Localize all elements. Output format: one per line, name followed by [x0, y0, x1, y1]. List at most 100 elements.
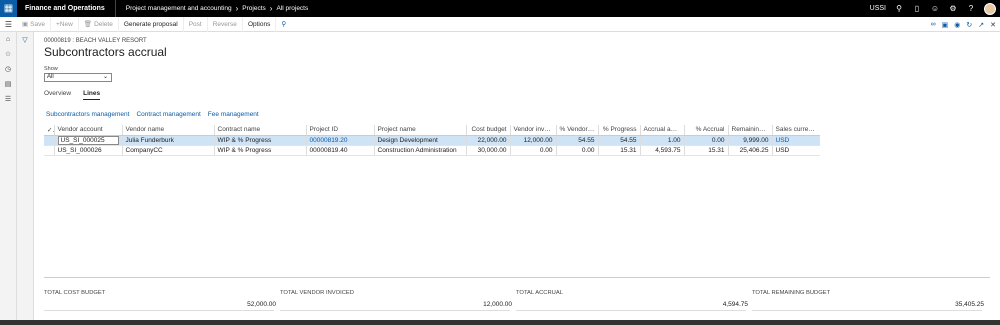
row-selector[interactable]	[44, 135, 54, 146]
total-vendor-invoiced-label: TOTAL VENDOR INVOICED	[280, 290, 354, 296]
table-row[interactable]: US_SI_000025 Julia Funderburk WIP & % Pr…	[44, 135, 820, 146]
vendor-account-cell[interactable]: US_SI_000026	[53, 145, 122, 156]
breadcrumb-all-projects[interactable]: All projects	[276, 5, 308, 12]
reverse-button[interactable]: Reverse	[208, 16, 243, 32]
open-new-window-icon[interactable]: ↗	[978, 21, 984, 29]
breadcrumb: Project management and accounting › Proj…	[116, 4, 309, 13]
avatar[interactable]	[984, 2, 996, 15]
save-button[interactable]: ▣ Save	[17, 16, 51, 32]
total-remaining-budget-value: 35,405.25	[955, 301, 984, 308]
notifications-icon[interactable]: ▯	[912, 4, 922, 13]
column-header-vendor-account[interactable]: Vendor account	[53, 125, 122, 136]
app-title[interactable]: Finance and Operations	[17, 0, 116, 17]
column-header-contract-name[interactable]: Contract name	[213, 125, 306, 136]
show-dropdown[interactable]: All ⌄	[44, 73, 112, 82]
total-accrual: TOTAL ACCRUAL 4,594.75	[516, 290, 752, 311]
show-dropdown-value: All	[47, 74, 54, 80]
project-id-link[interactable]: 00000819.20	[305, 135, 374, 146]
percent-progress-cell: 15.31	[597, 145, 640, 156]
top-navigation-bar: ▦ Finance and Operations Project managem…	[0, 0, 1000, 17]
show-label: Show	[44, 66, 58, 72]
company-picker[interactable]: USSI	[870, 5, 886, 12]
generate-proposal-button[interactable]: Generate proposal	[119, 16, 184, 32]
settings-gear-icon[interactable]: ⚙	[948, 4, 958, 13]
connections-icon[interactable]: ∞	[931, 21, 936, 28]
column-header-vendor-invoiced[interactable]: Vendor invoi...	[509, 125, 556, 136]
tab-overview[interactable]: Overview	[44, 90, 71, 100]
divider	[280, 310, 510, 311]
main-content: 00000819 : BEACH VALLEY RESORT Subcontra…	[34, 32, 1000, 325]
percent-progress-cell: 54.55	[597, 135, 640, 146]
column-header-percent-accrual[interactable]: % Accrual	[683, 125, 728, 136]
favorites-star-icon[interactable]: ☆	[5, 50, 11, 58]
cost-budget-cell: 30,000.00	[465, 145, 510, 156]
close-icon[interactable]: ✕	[990, 21, 996, 29]
column-header-sales-currency[interactable]: Sales currency	[771, 125, 820, 136]
lines-grid: ✓ Vendor account Vendor name Contract na…	[44, 125, 820, 156]
modules-list-icon[interactable]: ☰	[5, 95, 11, 103]
sales-currency-cell[interactable]: USD	[771, 145, 820, 156]
delete-button-label: Delete	[94, 20, 113, 28]
column-header-accrual-amount[interactable]: Accrual amo...	[639, 125, 684, 136]
table-row[interactable]: US_SI_000026 CompanyCC WIP & % Progress …	[44, 145, 820, 156]
post-button[interactable]: Post	[184, 16, 208, 32]
total-cost-budget-label: TOTAL COST BUDGET	[44, 290, 106, 296]
recent-clock-icon[interactable]: ◷	[5, 65, 11, 73]
workspaces-icon[interactable]: ▤	[5, 80, 12, 88]
page-title: Subcontractors accrual	[44, 45, 167, 59]
total-accrual-value: 4,594.75	[722, 301, 748, 308]
filter-icon[interactable]: ▽	[22, 36, 27, 325]
fee-management-link[interactable]: Fee management	[208, 111, 259, 118]
feedback-icon[interactable]: ☺	[930, 4, 940, 13]
save-icon: ▣	[22, 21, 29, 28]
contract-name-cell: WIP & % Progress	[213, 145, 306, 156]
help-icon[interactable]: ?	[966, 4, 976, 13]
home-icon[interactable]: ⌂	[6, 36, 10, 43]
column-header-remaining-budget[interactable]: Remaining b...	[727, 125, 772, 136]
column-header-cost-budget[interactable]: Cost budget	[465, 125, 510, 136]
project-name-cell: Construction Administration	[373, 145, 466, 156]
office-icon[interactable]: ▣	[942, 21, 949, 29]
total-accrual-label: TOTAL ACCRUAL	[516, 290, 563, 296]
delete-button[interactable]: 🗑 Delete	[79, 16, 119, 32]
record-caption: 00000819 : BEACH VALLEY RESORT	[44, 38, 147, 44]
breadcrumb-projects[interactable]: Projects	[242, 5, 265, 12]
project-name-cell: Design Development	[373, 135, 466, 146]
divider	[44, 310, 274, 311]
column-header-project-name[interactable]: Project name	[373, 125, 466, 136]
select-all-checkbox[interactable]: ✓	[44, 125, 54, 136]
subcontractors-management-link[interactable]: Subcontractors management	[46, 111, 129, 118]
breadcrumb-module[interactable]: Project management and accounting	[126, 5, 232, 12]
sales-currency-cell[interactable]: USD	[771, 135, 820, 146]
total-cost-budget: TOTAL COST BUDGET 52,000.00	[44, 290, 280, 311]
grid-toolbar-links: Subcontractors management Contract manag…	[46, 111, 259, 118]
chevron-right-icon: ›	[269, 4, 273, 13]
app-launcher-icon[interactable]: ▦	[0, 0, 17, 17]
column-header-vendor-name[interactable]: Vendor name	[121, 125, 214, 136]
grid-bottom-divider	[44, 277, 990, 278]
tab-lines[interactable]: Lines	[83, 90, 101, 100]
percent-vendor-invoiced-cell: 54.55	[555, 135, 598, 146]
vendor-account-input[interactable]: US_SI_000025	[57, 135, 119, 144]
column-header-percent-vendor-invoiced[interactable]: % Vendor inv...	[555, 125, 598, 136]
options-button[interactable]: Options	[243, 16, 277, 32]
contract-management-link[interactable]: Contract management	[136, 111, 200, 118]
hamburger-menu-icon[interactable]: ☰	[0, 20, 17, 29]
totals-footer: TOTAL COST BUDGET 52,000.00 TOTAL VENDOR…	[44, 290, 990, 314]
column-header-percent-progress[interactable]: % Progress	[597, 125, 640, 136]
filter-pane: ▽	[17, 32, 34, 325]
search-icon[interactable]: ⚲	[894, 4, 904, 13]
attachments-icon[interactable]: ◉	[954, 21, 960, 29]
search-icon[interactable]: ⚲	[276, 17, 291, 32]
total-cost-budget-value: 52,000.00	[247, 301, 276, 308]
action-pane: ☰ ▣ Save +New 🗑 Delete Generate proposal P…	[0, 16, 1000, 32]
row-selector[interactable]	[44, 145, 54, 156]
tabs: Overview Lines	[44, 90, 101, 100]
column-header-project-id[interactable]: Project ID	[305, 125, 374, 136]
vendor-account-cell[interactable]: US_SI_000025	[53, 135, 122, 146]
new-button[interactable]: +New	[51, 16, 79, 32]
refresh-icon[interactable]: ↻	[966, 21, 972, 29]
percent-vendor-invoiced-cell: 0.00	[555, 145, 598, 156]
project-id-cell[interactable]: 00000819.40	[305, 145, 374, 156]
divider	[752, 310, 982, 311]
